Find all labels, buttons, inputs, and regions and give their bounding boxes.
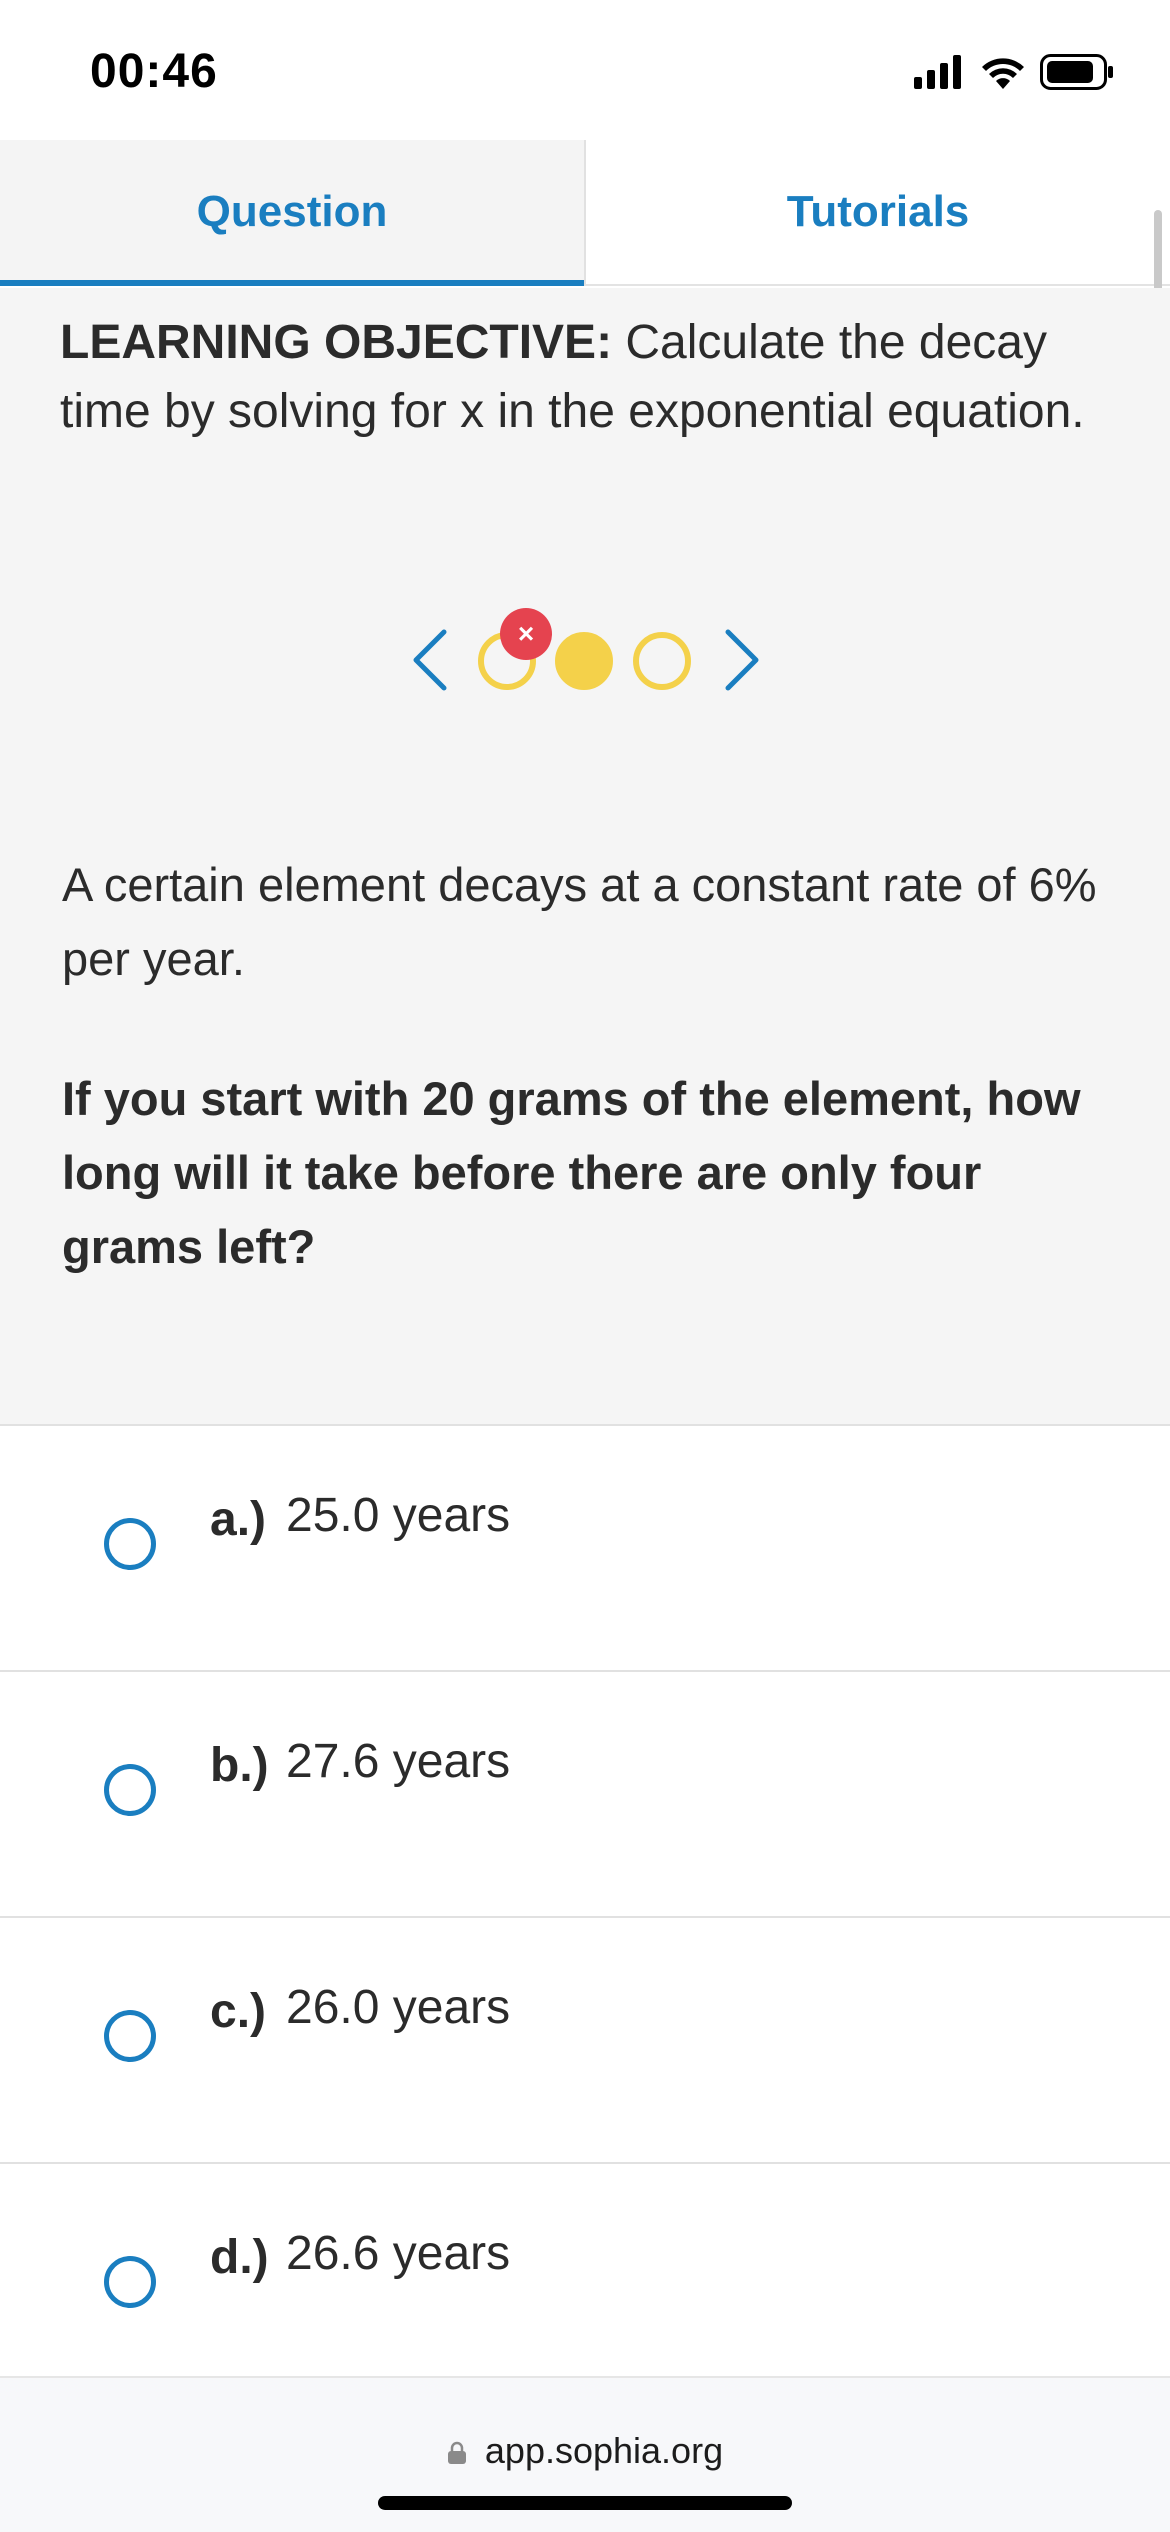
learning-objective: LEARNING OBJECTIVE: Calculate the decay … (60, 308, 1100, 446)
question-ask: If you start with 20 grams of the elemen… (62, 1072, 1081, 1273)
radio-button[interactable] (104, 2010, 156, 2062)
chevron-right-icon[interactable] (720, 628, 764, 692)
answer-option-b[interactable]: b.) 27.6 years (0, 1670, 1170, 1916)
answer-option-c[interactable]: c.) 26.0 years (0, 1916, 1170, 2162)
radio-button[interactable] (104, 1518, 156, 1570)
question-prompt: A certain element decays at a constant r… (62, 858, 1097, 985)
option-text: 25.0 years (286, 1489, 511, 1542)
option-letter: c.) (210, 1985, 267, 2038)
option-text: 26.0 years (286, 1981, 511, 2034)
cellular-signal-icon (914, 55, 961, 89)
option-text: 27.6 years (286, 1735, 511, 1788)
lock-icon (447, 2441, 466, 2464)
tab-question[interactable]: Question (0, 140, 586, 286)
option-letter: a.) (210, 1493, 267, 1546)
answer-option-d[interactable]: d.) 26.6 years (0, 2162, 1170, 2408)
wifi-icon (982, 58, 1024, 89)
status-time: 00:46 (90, 45, 218, 98)
radio-button[interactable] (104, 2256, 156, 2308)
answer-options: a.) 25.0 years b.) 27.6 years c.) 26.0 y… (0, 1424, 1170, 2408)
option-letter: b.) (210, 1739, 269, 1792)
status-icons (914, 52, 1114, 92)
answer-option-a[interactable]: a.) 25.0 years (0, 1424, 1170, 1670)
url-text: app.sophia.org (484, 2430, 724, 2471)
incorrect-badge-icon: × (500, 608, 552, 660)
radio-button[interactable] (104, 1764, 156, 1816)
chevron-left-icon[interactable] (408, 628, 452, 692)
question-dot-2[interactable] (555, 632, 613, 690)
battery-icon (1040, 54, 1113, 90)
objective-heading: LEARNING OBJECTIVE: (60, 316, 613, 369)
option-letter: d.) (210, 2231, 269, 2284)
home-indicator[interactable] (378, 2496, 792, 2510)
tab-tutorials[interactable]: Tutorials (586, 140, 1170, 284)
question-pager: × (0, 608, 1170, 708)
question-panel: LEARNING OBJECTIVE: Calculate the decay … (0, 288, 1170, 1424)
tab-bar: Question Tutorials (0, 140, 1170, 286)
status-bar: 00:46 (0, 0, 1170, 140)
url-display[interactable]: app.sophia.org (0, 2430, 1170, 2472)
question-dot-3[interactable] (633, 632, 691, 690)
option-text: 26.6 years (286, 2227, 511, 2280)
